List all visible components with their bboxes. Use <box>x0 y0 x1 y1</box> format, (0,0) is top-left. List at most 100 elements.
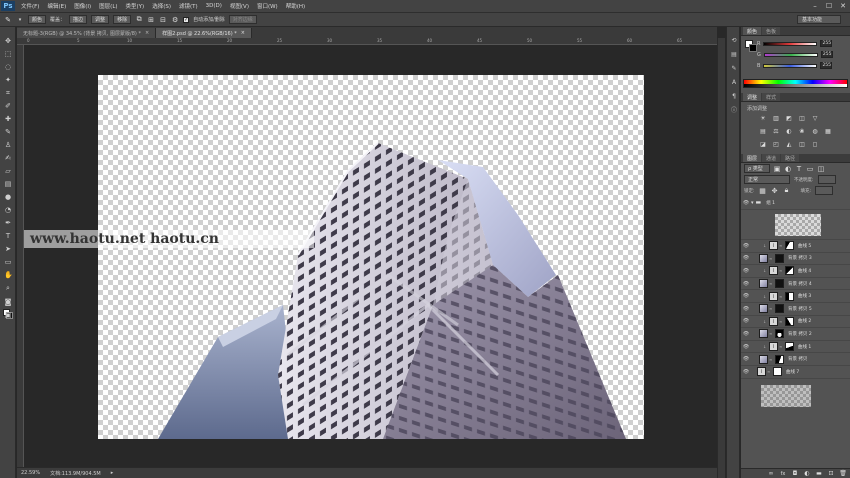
zoom-level[interactable]: 22.59% <box>21 470 40 476</box>
remove-button[interactable]: 移除 <box>113 15 132 24</box>
photo-filter-icon[interactable]: ❀ <box>798 128 806 136</box>
background-color-swatch[interactable] <box>749 44 757 52</box>
layer-mask-thumbnail[interactable] <box>773 367 782 377</box>
close-window-button[interactable]: ✕ <box>836 2 850 10</box>
quick-selection-tool-icon[interactable]: ✎ <box>4 16 12 24</box>
menu-view[interactable]: 视图(V) <box>226 2 253 10</box>
layer-group-row[interactable]: 👁︎ ▾ ▬ 组 1 <box>741 196 850 210</box>
color-spectrum[interactable] <box>743 79 848 88</box>
color-balance-icon[interactable]: ⚖ <box>772 128 780 136</box>
eye-icon[interactable]: 👁︎ <box>741 281 751 287</box>
chevron-down-icon[interactable]: ▾ <box>16 16 24 24</box>
hand-tool-icon[interactable]: ✋ <box>4 271 13 279</box>
adjustment-filter-icon[interactable]: ◐ <box>784 165 792 173</box>
brush-tool-icon[interactable]: ✎ <box>4 128 12 136</box>
lock-position-icon[interactable]: ✥ <box>771 187 779 195</box>
new-selection-icon[interactable]: ⧉ <box>135 15 143 24</box>
rectangle-tool-icon[interactable]: ▭ <box>4 258 12 266</box>
layer-group-mask-row[interactable] <box>741 210 850 240</box>
layer-row[interactable]: 👁︎ ∞ 背景 拷贝 5 <box>741 303 850 316</box>
screen-mode-icon[interactable]: ▣ <box>4 311 12 319</box>
layer-filter-dropdown[interactable]: ρ 类型 <box>744 164 770 173</box>
selective-color-icon[interactable]: ◻ <box>811 141 819 149</box>
crop-tool-icon[interactable]: ⌗ <box>4 89 12 97</box>
menu-layer[interactable]: 图层(L) <box>95 2 121 10</box>
eye-icon[interactable]: 👁︎ <box>741 306 751 312</box>
dodge-tool-icon[interactable]: ◔ <box>4 206 12 214</box>
eye-icon[interactable]: 👁︎ <box>741 255 751 261</box>
eye-icon[interactable]: 👁︎ <box>741 200 751 206</box>
path-selection-tool-icon[interactable]: ➤ <box>4 245 12 253</box>
layer-mask-thumbnail[interactable] <box>785 291 794 301</box>
type-filter-icon[interactable]: T <box>795 165 803 173</box>
lock-all-icon[interactable]: 🔒︎ <box>783 186 791 195</box>
menu-type[interactable]: 类型(Y) <box>122 2 149 10</box>
menu-image[interactable]: 图像(I) <box>70 2 95 10</box>
align-edges-button[interactable]: 对齐边缘 <box>228 15 257 24</box>
close-icon[interactable]: × <box>241 30 245 36</box>
auto-add-checkbox[interactable]: ✓ <box>183 16 190 23</box>
minimize-button[interactable]: – <box>808 2 822 10</box>
type-tool-icon[interactable]: T <box>4 232 12 240</box>
blend-mode-dropdown[interactable]: 正常 <box>744 175 790 184</box>
tab-swatches[interactable]: 色板 <box>762 27 781 35</box>
eyedropper-tool-icon[interactable]: ✐ <box>4 102 12 110</box>
paragraph-icon[interactable]: ¶ <box>730 93 738 101</box>
lasso-tool-icon[interactable]: ◌ <box>4 63 12 71</box>
layer-row[interactable]: 👁︎ ∞ 背景 拷贝 2 <box>741 328 850 341</box>
smart-filter-icon[interactable]: ◫ <box>817 165 825 173</box>
layer-row[interactable]: 👁︎ ∞ 背景 拷贝 <box>741 353 850 366</box>
tab-document-2[interactable]: 样图2.psd @ 22.6%(RGB/16) * × <box>156 28 252 38</box>
layer-mask-thumbnail[interactable] <box>775 304 784 314</box>
mask-icon[interactable]: ◘ <box>791 470 799 478</box>
background-layer-row[interactable] <box>741 379 850 411</box>
properties-icon[interactable]: ▤ <box>730 51 738 59</box>
ruler-vertical[interactable] <box>17 45 24 467</box>
subtract-selection-icon[interactable]: ⊟ <box>159 16 167 24</box>
history-icon[interactable]: ⟲ <box>730 37 738 45</box>
eye-icon[interactable]: 👁︎ <box>741 356 751 362</box>
eye-icon[interactable]: 👁︎ <box>741 318 751 324</box>
fx-icon[interactable]: fx <box>779 470 787 478</box>
add-selection-icon[interactable]: ⊞ <box>147 16 155 24</box>
close-icon[interactable]: × <box>145 30 149 36</box>
exposure-icon[interactable]: ◫ <box>798 115 806 123</box>
tab-adjustments[interactable]: 调整 <box>743 93 762 101</box>
adjustment-icon[interactable]: ◐ <box>803 470 811 478</box>
invert-icon[interactable]: ◪ <box>759 141 767 149</box>
lock-pixels-icon[interactable]: ▦ <box>759 187 767 195</box>
menu-select[interactable]: 选择(S) <box>148 2 175 10</box>
red-slider[interactable] <box>763 41 818 46</box>
tab-paths[interactable]: 路径 <box>781 154 800 162</box>
layer-row[interactable]: 👁︎ ↓ ⌇ ∞ 曲线 3 <box>741 290 850 303</box>
levels-icon[interactable]: ▥ <box>772 115 780 123</box>
tab-styles[interactable]: 样式 <box>762 93 781 101</box>
folder-icon[interactable]: ▬ <box>815 470 823 478</box>
tab-layers[interactable]: 图层 <box>743 154 762 162</box>
vibrance-icon[interactable]: ▽ <box>811 115 819 123</box>
image-filter-icon[interactable]: ▣ <box>773 165 781 173</box>
vertical-scrollbar[interactable] <box>717 38 725 478</box>
eye-icon[interactable]: 👁︎ <box>741 293 751 299</box>
blue-slider[interactable] <box>763 63 818 68</box>
layer-mask-thumbnail[interactable] <box>775 329 784 339</box>
curves-icon[interactable]: ◩ <box>785 115 793 123</box>
brightness-icon[interactable]: ☀ <box>759 115 767 123</box>
layer-row[interactable]: 👁︎ ⌇ ∞ 曲线 7 <box>741 366 850 379</box>
chevron-down-icon[interactable]: ▾ <box>751 200 754 206</box>
pen-tool-icon[interactable]: ✒ <box>4 219 12 227</box>
black-white-icon[interactable]: ◐ <box>785 128 793 136</box>
gradient-map-icon[interactable]: ◫ <box>798 141 806 149</box>
layer-mask-thumbnail[interactable] <box>785 342 794 352</box>
tab-channels[interactable]: 通道 <box>762 154 781 162</box>
red-value[interactable]: 255 <box>820 40 833 47</box>
eye-icon[interactable]: 👁︎ <box>741 243 751 249</box>
layer-mask-thumbnail[interactable] <box>785 266 794 276</box>
eye-icon[interactable]: 👁︎ <box>741 369 751 375</box>
eraser-tool-icon[interactable]: ▱ <box>4 167 12 175</box>
menu-edit[interactable]: 编辑(E) <box>43 2 70 10</box>
layer-mask-thumbnail[interactable] <box>775 354 784 364</box>
eye-icon[interactable]: 👁︎ <box>741 268 751 274</box>
menu-help[interactable]: 帮助(H) <box>282 2 309 10</box>
menu-filter[interactable]: 滤镜(T) <box>175 2 202 10</box>
